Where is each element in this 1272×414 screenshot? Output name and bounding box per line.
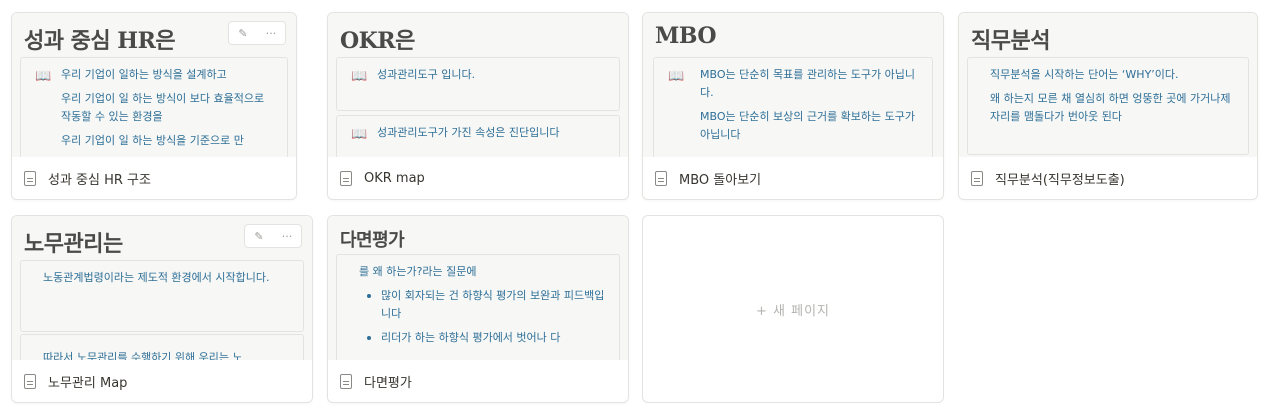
quote-line: 직무분석을 시작하는 단어는 ‘WHY’이다. xyxy=(990,68,1179,81)
bullet-list: 많이 회자되는 건 하향식 평가의 보완과 피드백입니다 리더가 하는 하향식 … xyxy=(359,287,609,347)
page-card-hr[interactable]: 성과 중심 HR은 ✎ ··· 📖 우리 기업이 일하는 방식을 설계하고 우리… xyxy=(11,12,297,200)
card-preview: 성과 중심 HR은 ✎ ··· 📖 우리 기업이 일하는 방식을 설계하고 우리… xyxy=(12,13,296,159)
page-card-multi-rater[interactable]: 다면평가 를 왜 하는가?라는 질문에 많이 회자되는 건 하향식 평가의 보완… xyxy=(327,215,629,403)
card-footer[interactable]: 노무관리 Map xyxy=(12,360,312,402)
quote-line: 왜 하는지 모른 채 열심히 하면 엉뚱한 곳에 가거나제자리를 맴돌다가 번아… xyxy=(990,92,1231,123)
quote-line: 우리 기업이 일 하는 방식이 보다 효율적으로 작동할 수 있는 환경을 xyxy=(61,92,265,123)
card-heading: 성과 중심 HR은 xyxy=(24,28,176,54)
edit-icon[interactable]: ✎ xyxy=(247,225,271,247)
quote-line: MBO는 단순히 보상의 근거를 확보하는 도구가 아닙니다 xyxy=(700,110,916,141)
bullet-item: 리더가 하는 하향식 평가에서 벗어나 다 xyxy=(359,329,609,347)
book-icon: 📖 xyxy=(668,69,685,84)
quote-line: 성과관리도구 입니다. xyxy=(377,68,476,81)
quote-line: 를 왜 하는가?라는 질문에 xyxy=(359,265,477,278)
page-title[interactable]: OKR map xyxy=(364,171,425,186)
page-card-job-analysis[interactable]: 직무분석 직무분석을 시작하는 단어는 ‘WHY’이다. 왜 하는지 모른 채 … xyxy=(958,12,1258,200)
page-card-labor[interactable]: 노무관리는 ✎ ··· 노동관계법령이라는 제도적 환경에서 시작합니다. 따라… xyxy=(11,215,313,403)
card-toolbar: ✎ ··· xyxy=(228,21,286,45)
card-heading: OKR은 xyxy=(340,28,415,54)
more-icon[interactable]: ··· xyxy=(275,225,299,247)
card-preview: 다면평가 를 왜 하는가?라는 질문에 많이 회자되는 건 하향식 평가의 보완… xyxy=(328,216,628,362)
quote-block: 📖 성과관리도구 입니다. xyxy=(336,57,620,111)
edit-icon[interactable]: ✎ xyxy=(231,22,255,44)
new-page-label: + 새 페이지 xyxy=(756,303,830,319)
page-title[interactable]: 노무관리 Map xyxy=(48,372,127,391)
quote-block: 📖 성과관리도구가 가진 속성은 진단입니다 xyxy=(336,115,620,158)
card-preview: OKR은 📖 성과관리도구 입니다. 📖 성과관리도구가 가진 속성은 진단입니… xyxy=(328,13,628,159)
card-toolbar: ✎ ··· xyxy=(244,224,302,248)
page-title[interactable]: MBO 돌아보기 xyxy=(679,169,761,188)
page-title[interactable]: 직무분석(직무정보도출) xyxy=(995,169,1125,188)
quote-block: 📖 MBO는 단순히 목표를 관리하는 도구가 아닙니다. MBO는 단순히 보… xyxy=(653,57,933,158)
card-heading: 다면평가 xyxy=(340,230,405,251)
card-footer[interactable]: 직무분석(직무정보도출) xyxy=(959,157,1257,199)
page-card-okr[interactable]: OKR은 📖 성과관리도구 입니다. 📖 성과관리도구가 가진 속성은 진단입니… xyxy=(327,12,629,200)
page-icon xyxy=(971,170,983,186)
card-preview: 노무관리는 ✎ ··· 노동관계법령이라는 제도적 환경에서 시작합니다. 따라… xyxy=(12,216,312,362)
card-footer[interactable]: OKR map xyxy=(328,157,628,199)
page-icon xyxy=(340,170,352,186)
page-title[interactable]: 다면평가 xyxy=(364,372,412,391)
card-footer[interactable]: MBO 돌아보기 xyxy=(643,157,943,199)
page-title[interactable]: 성과 중심 HR 구조 xyxy=(48,169,151,188)
quote-block: 따라서 노무관리를 수행하기 위해 우리는 노 xyxy=(20,334,304,361)
book-icon: 📖 xyxy=(351,127,368,142)
card-preview: 직무분석 직무분석을 시작하는 단어는 ‘WHY’이다. 왜 하는지 모른 채 … xyxy=(959,13,1257,159)
card-heading: 직무분석 xyxy=(971,28,1050,54)
quote-line: 성과관리도구가 가진 속성은 진단입니다 xyxy=(377,126,560,139)
quote-block: 직무분석을 시작하는 단어는 ‘WHY’이다. 왜 하는지 모른 채 열심히 하… xyxy=(967,57,1249,155)
more-icon[interactable]: ··· xyxy=(259,22,283,44)
quote-block: 노동관계법령이라는 제도적 환경에서 시작합니다. xyxy=(20,260,304,332)
card-preview: MBO 📖 MBO는 단순히 목표를 관리하는 도구가 아닙니다. MBO는 단… xyxy=(643,13,943,159)
quote-line: MBO는 단순히 목표를 관리하는 도구가 아닙니다. xyxy=(700,68,916,99)
quote-line: 우리 기업이 일 하는 방식을 기준으로 만 xyxy=(61,134,244,147)
card-footer[interactable]: 다면평가 xyxy=(328,360,628,402)
book-icon: 📖 xyxy=(351,69,368,84)
card-heading: MBO xyxy=(655,23,717,49)
page-icon xyxy=(340,373,352,389)
page-icon xyxy=(24,373,36,389)
bullet-item: 많이 회자되는 건 하향식 평가의 보완과 피드백입니다 xyxy=(359,287,609,323)
page-icon xyxy=(655,170,667,186)
new-page-button[interactable]: + 새 페이지 xyxy=(642,215,944,403)
card-footer[interactable]: 성과 중심 HR 구조 xyxy=(12,157,296,199)
page-icon xyxy=(24,170,36,186)
quote-line: 우리 기업이 일하는 방식을 설계하고 xyxy=(61,68,227,81)
quote-block: 📖 우리 기업이 일하는 방식을 설계하고 우리 기업이 일 하는 방식이 보다… xyxy=(20,57,288,158)
quote-line: 노동관계법령이라는 제도적 환경에서 시작합니다. xyxy=(43,271,270,284)
page-card-mbo[interactable]: MBO 📖 MBO는 단순히 목표를 관리하는 도구가 아닙니다. MBO는 단… xyxy=(642,12,944,200)
book-icon: 📖 xyxy=(35,69,52,84)
quote-block: 를 왜 하는가?라는 질문에 많이 회자되는 건 하향식 평가의 보완과 피드백… xyxy=(336,254,620,361)
card-heading: 노무관리는 xyxy=(24,231,123,257)
